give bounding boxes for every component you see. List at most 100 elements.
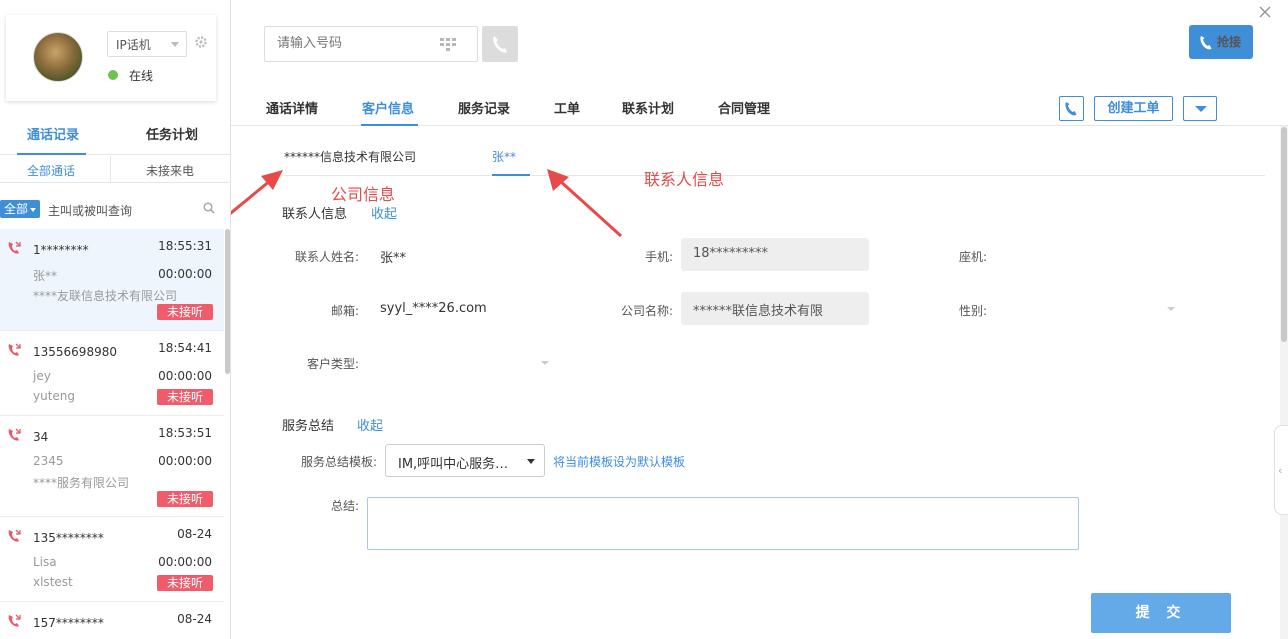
missed-call-icon bbox=[6, 528, 22, 544]
active-tab-underline bbox=[17, 153, 86, 155]
call-customer-button[interactable] bbox=[1059, 96, 1084, 121]
caller-company: ****友联信息技术有限公司 bbox=[33, 289, 178, 303]
caller-number: 135******** bbox=[33, 531, 104, 545]
summary-collapse-link[interactable]: 收起 bbox=[357, 415, 383, 434]
caller-name: 2345 bbox=[33, 454, 64, 468]
customer-sub-tabs: ******信息技术有限公司 张** bbox=[284, 146, 1265, 176]
chevron-down-icon bbox=[1195, 106, 1207, 112]
landline-label: 座机: bbox=[958, 250, 987, 264]
main-scrollbar-thumb[interactable] bbox=[1281, 127, 1287, 342]
tab-contract-management[interactable]: 合同管理 bbox=[718, 98, 770, 117]
missed-call-icon bbox=[6, 427, 22, 443]
detail-tabs: 通话详情 客户信息 服务记录 工单 联系计划 合同管理 创建工单 bbox=[231, 85, 1288, 126]
mobile-field[interactable]: 18********* bbox=[681, 238, 869, 271]
email-value[interactable]: syyl_****26.com bbox=[380, 301, 487, 316]
company-name-field[interactable]: ******联信息技术有限 bbox=[681, 292, 869, 325]
call-duration: 00:00:00 bbox=[158, 267, 212, 281]
call-duration: 00:00:00 bbox=[158, 454, 212, 468]
tab-service-records[interactable]: 服务记录 bbox=[458, 98, 510, 117]
avatar[interactable] bbox=[33, 32, 83, 82]
customer-type-select-chevron-down-icon[interactable] bbox=[541, 361, 549, 365]
call-list-item[interactable]: 34 18:53:51 2345 00:00:00 ****服务有限公司 未接听 bbox=[0, 416, 224, 517]
mobile-label: 手机: bbox=[644, 250, 673, 264]
call-list: 1******** 18:55:31 张** 00:00:00 ****友联信息… bbox=[0, 229, 224, 639]
search-icon[interactable] bbox=[203, 202, 215, 214]
contact-collapse-link[interactable]: 收起 bbox=[371, 203, 397, 222]
scope-dropdown-label: 全部 bbox=[4, 202, 29, 216]
contact-name-value[interactable]: 张** bbox=[380, 247, 406, 266]
call-time: 08-24 bbox=[177, 612, 212, 626]
customer-type-label: 客户类型: bbox=[306, 357, 359, 371]
caller-company: yuteng bbox=[33, 389, 76, 403]
grab-call-button[interactable]: 抢接 bbox=[1189, 25, 1253, 59]
call-list-scrollbar[interactable] bbox=[225, 229, 230, 374]
summary-template-label: 服务总结模板: bbox=[300, 455, 377, 469]
set-default-template-link[interactable]: 将当前模板设为默认模板 bbox=[553, 453, 685, 470]
caller-number: 157******** bbox=[33, 616, 104, 630]
call-list-item[interactable]: 1******** 18:55:31 张** 00:00:00 ****友联信息… bbox=[0, 229, 224, 331]
agent-card: IP话机 在线 bbox=[6, 15, 216, 101]
caller-number: 1******** bbox=[33, 243, 89, 257]
caller-name: Lisa bbox=[33, 555, 57, 569]
close-icon[interactable] bbox=[1258, 5, 1272, 19]
tab-customer-info[interactable]: 客户信息 bbox=[362, 98, 414, 117]
grab-call-label: 抢接 bbox=[1217, 35, 1242, 49]
tab-ticket[interactable]: 工单 bbox=[554, 98, 580, 117]
summary-template-value: IM,呼叫中心服务… bbox=[398, 457, 509, 472]
tab-all-calls[interactable]: 全部通话 bbox=[27, 162, 75, 179]
active-tab-underline bbox=[492, 174, 530, 176]
call-list-item[interactable]: 13556698980 18:54:41 jey 00:00:00 yuteng… bbox=[0, 331, 224, 416]
divider bbox=[110, 156, 111, 183]
summary-section-title: 服务总结 bbox=[282, 419, 335, 434]
summary-textarea[interactable] bbox=[367, 497, 1079, 550]
device-select[interactable]: IP话机 bbox=[107, 31, 187, 57]
phone-icon bbox=[1199, 34, 1213, 50]
missed-badge: 未接听 bbox=[156, 575, 213, 591]
caller-name: 张** bbox=[33, 269, 58, 283]
caller-company: xlstest bbox=[33, 575, 73, 589]
call-time: 18:53:51 bbox=[158, 426, 212, 440]
contact-section-title: 联系人信息 bbox=[282, 207, 348, 222]
gender-label: 性别: bbox=[958, 304, 987, 318]
email-label: 邮箱: bbox=[330, 304, 359, 318]
online-status-dot bbox=[108, 70, 118, 80]
caller-name: jey bbox=[33, 369, 51, 383]
call-list-item[interactable]: 135******** 08-24 Lisa 00:00:00 xlstest … bbox=[0, 517, 224, 602]
call-filter-tabs: 全部通话 未接来电 bbox=[0, 156, 230, 183]
more-actions-dropdown[interactable] bbox=[1183, 96, 1217, 121]
summary-label: 总结: bbox=[330, 499, 359, 513]
caller-company: ****服务有限公司 bbox=[33, 476, 130, 490]
call-duration: 00:00:00 bbox=[158, 555, 212, 569]
tab-task-plan[interactable]: 任务计划 bbox=[146, 124, 198, 143]
dial-button[interactable] bbox=[482, 26, 518, 62]
submit-button[interactable]: 提 交 bbox=[1091, 593, 1231, 633]
missed-call-icon bbox=[6, 240, 22, 256]
online-status-text: 在线 bbox=[129, 69, 154, 83]
main-panel: 抢接 通话详情 客户信息 服务记录 工单 联系计划 合同管理 创建工单 ****… bbox=[231, 0, 1288, 639]
missed-badge: 未接听 bbox=[156, 491, 213, 507]
keypad-icon[interactable] bbox=[440, 38, 456, 52]
company-tab[interactable]: ******信息技术有限公司 bbox=[284, 148, 416, 165]
phone-icon bbox=[493, 36, 507, 53]
device-select-value: IP话机 bbox=[116, 38, 151, 52]
scope-dropdown[interactable]: 全部 bbox=[0, 200, 41, 218]
summary-template-select[interactable]: IM,呼叫中心服务… bbox=[385, 444, 545, 477]
create-ticket-button[interactable]: 创建工单 bbox=[1094, 96, 1173, 121]
gender-select-chevron-down-icon[interactable] bbox=[1167, 307, 1175, 311]
tab-call-records[interactable]: 通话记录 bbox=[27, 124, 79, 143]
call-search-input[interactable]: 主叫或被叫查询 bbox=[48, 202, 132, 219]
call-list-item[interactable]: 157******** 08-24 bbox=[0, 602, 224, 639]
contact-tab[interactable]: 张** bbox=[492, 148, 516, 165]
tab-contact-plan[interactable]: 联系计划 bbox=[622, 98, 674, 117]
chevron-down-icon bbox=[30, 207, 37, 212]
tab-call-detail[interactable]: 通话详情 bbox=[266, 98, 318, 117]
dial-number-field[interactable] bbox=[264, 26, 478, 62]
dial-number-input[interactable] bbox=[277, 36, 427, 51]
side-panel-toggle[interactable]: ‹ bbox=[1274, 425, 1288, 515]
contact-name-label: 联系人姓名: bbox=[294, 250, 359, 264]
call-duration: 00:00:00 bbox=[158, 369, 212, 383]
active-tab-underline bbox=[361, 124, 418, 126]
tab-missed-calls[interactable]: 未接来电 bbox=[146, 162, 194, 179]
gear-icon[interactable] bbox=[194, 35, 208, 49]
call-time: 18:54:41 bbox=[158, 341, 212, 355]
